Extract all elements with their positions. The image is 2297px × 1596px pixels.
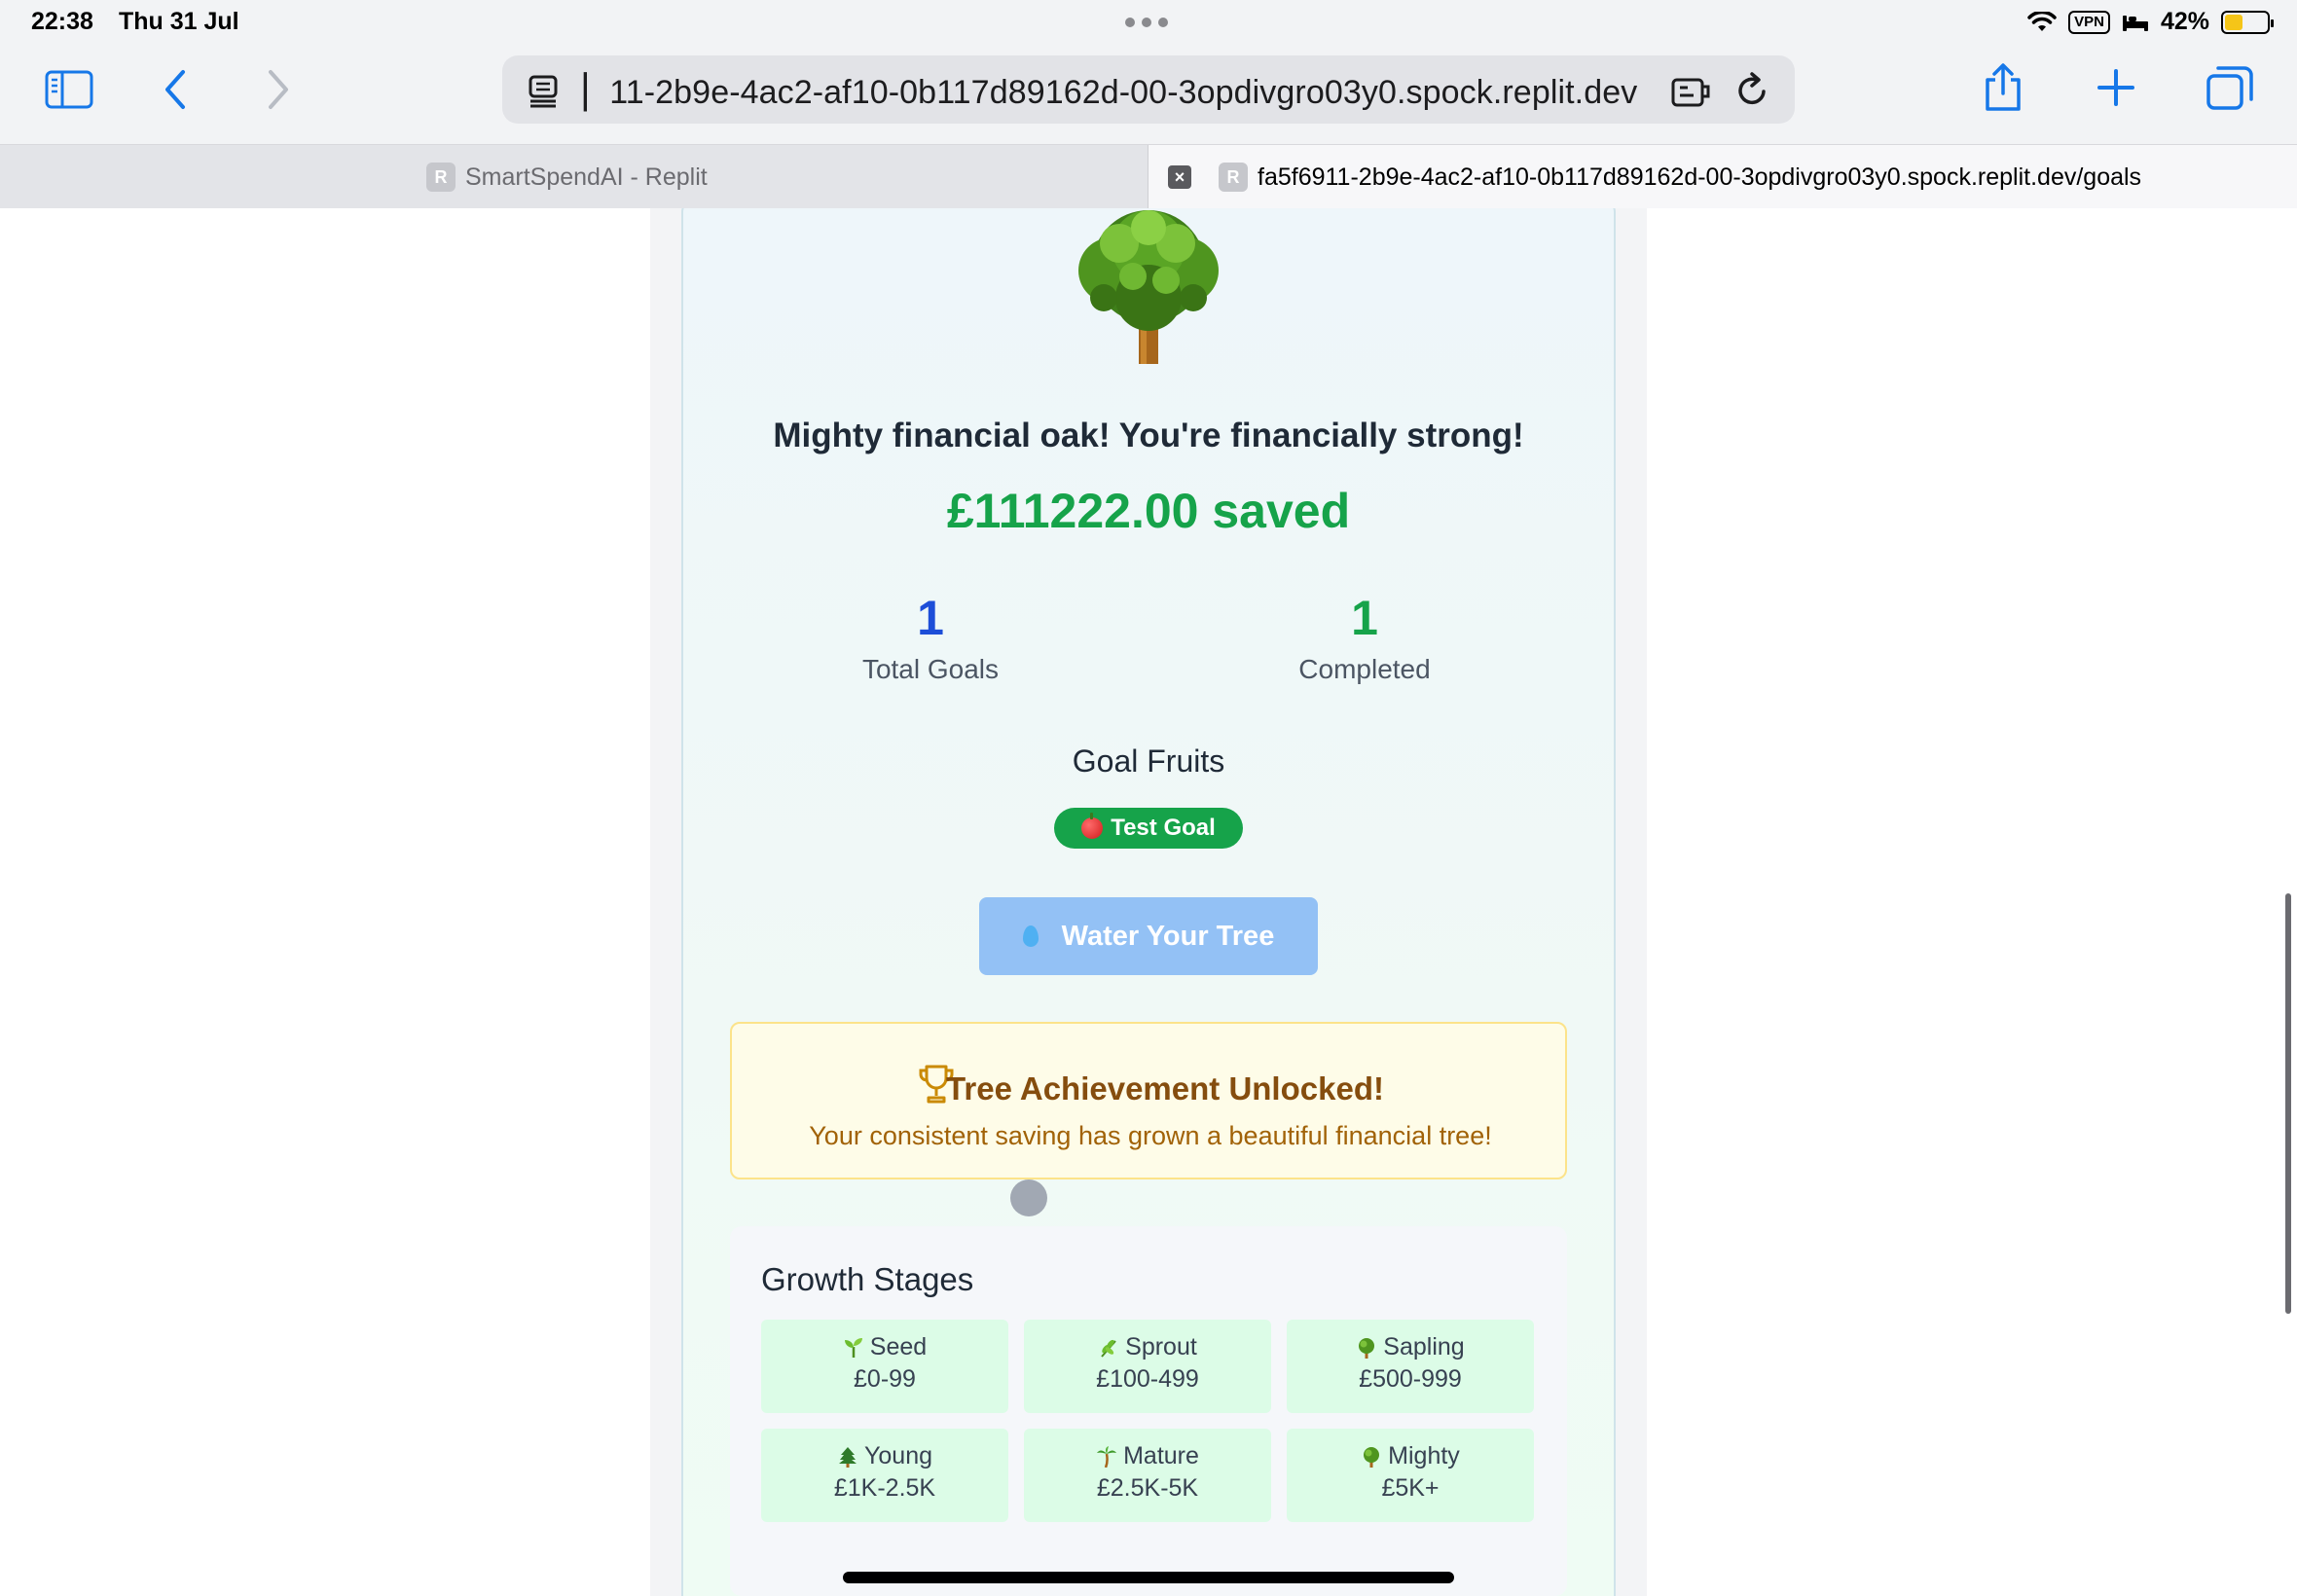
close-tab-icon[interactable]: × <box>1168 165 1191 189</box>
battery-level <box>2225 14 2242 30</box>
herb-icon <box>1101 1339 1116 1358</box>
stat-value: 1 <box>917 591 944 645</box>
oak-tree-icon <box>1078 210 1219 364</box>
tabs-overview-icon[interactable] <box>2206 64 2254 111</box>
stage-name: Sapling <box>1383 1333 1465 1360</box>
stage-seed: Seed £0-99 <box>761 1320 1008 1413</box>
extension-icon[interactable] <box>1670 75 1711 108</box>
stage-sprout: Sprout £100-499 <box>1024 1320 1271 1413</box>
growth-stages-title: Growth Stages <box>761 1261 974 1297</box>
stage-range: £1K-2.5K <box>833 1474 936 1502</box>
status-bar: 22:38 Thu 31 Jul VPN 42% <box>0 0 2297 49</box>
water-tree-label: Water Your Tree <box>1061 920 1275 952</box>
pointer-cursor <box>1010 1179 1047 1216</box>
stage-range: £0-99 <box>854 1365 916 1393</box>
stage-name: Seed <box>869 1333 928 1360</box>
reader-icon[interactable] <box>528 75 559 108</box>
multitasking-dots-icon[interactable] <box>1125 18 1168 27</box>
sidebar-icon[interactable] <box>45 70 93 109</box>
stage-range: £2.5K-5K <box>1096 1474 1199 1502</box>
stat-completed: 1 Completed <box>1219 590 1511 685</box>
goal-fruits-title: Goal Fruits <box>1072 744 1225 779</box>
sleep-focus-icon <box>2122 15 2148 31</box>
apple-icon <box>1081 813 1104 839</box>
stage-mighty: Mighty £5K+ <box>1287 1429 1534 1522</box>
vpn-badge: VPN <box>2068 10 2110 34</box>
replit-favicon: R <box>426 163 456 192</box>
replit-favicon: R <box>1219 163 1248 192</box>
stage-name: Mature <box>1123 1442 1199 1469</box>
wifi-icon <box>2027 11 2057 31</box>
back-icon[interactable] <box>162 68 189 111</box>
tree-icon <box>1359 1337 1375 1359</box>
status-date: Thu 31 Jul <box>119 8 239 35</box>
tree-status-headline: Mighty financial oak! You're financially… <box>773 417 1524 454</box>
stat-total-goals: 1 Total Goals <box>784 590 1076 685</box>
tree-icon <box>1364 1446 1380 1468</box>
evergreen-icon <box>839 1446 857 1468</box>
water-drop-icon <box>1022 925 1039 947</box>
new-tab-icon[interactable] <box>2096 68 2135 107</box>
goal-fruit-label: Test Goal <box>1111 815 1216 841</box>
stage-name: Sprout <box>1125 1333 1197 1360</box>
share-icon[interactable] <box>1982 62 2024 113</box>
palm-tree-icon <box>1097 1445 1117 1468</box>
goal-fruit-badge[interactable]: Test Goal <box>1054 808 1243 849</box>
tab-smartspendai-replit[interactable]: R SmartSpendAI - Replit <box>0 145 1148 208</box>
tab-bar: R SmartSpendAI - Replit × R fa5f6911-2b9… <box>0 144 2297 208</box>
stage-young: Young £1K-2.5K <box>761 1429 1008 1522</box>
achievement-title: Tree Achievement Unlocked! <box>946 1070 1384 1106</box>
growth-stages-panel: Growth Stages Seed £0-99 Sprout £100-499… <box>730 1226 1567 1596</box>
address-bar[interactable]: ▏11-2b9e-4ac2-af10-0b117d89162d-00-3opdi… <box>502 55 1795 124</box>
forward-icon[interactable] <box>265 68 292 111</box>
stage-name: Mighty <box>1388 1442 1460 1469</box>
reload-icon[interactable] <box>1734 72 1769 109</box>
seedling-icon <box>844 1337 862 1358</box>
achievement-banner: Tree Achievement Unlocked! Your consiste… <box>730 1022 1567 1179</box>
home-indicator[interactable] <box>843 1572 1454 1583</box>
web-page: Mighty financial oak! You're financially… <box>0 208 2297 1596</box>
achievement-subtitle: Your consistent saving has grown a beaut… <box>809 1121 1492 1150</box>
stage-mature: Mature £2.5K-5K <box>1024 1429 1271 1522</box>
stat-label: Total Goals <box>861 654 1000 684</box>
stat-value: 1 <box>1351 591 1378 645</box>
status-time: 22:38 <box>31 8 93 35</box>
tab-title: fa5f6911-2b9e-4ac2-af10-0b117d89162d-00-… <box>1258 163 2142 191</box>
water-tree-button[interactable]: Water Your Tree <box>979 897 1318 975</box>
battery-percentage: 42% <box>2160 8 2209 35</box>
status-indicators: VPN 42% <box>2027 8 2274 36</box>
url-text[interactable]: ▏11-2b9e-4ac2-af10-0b117d89162d-00-3opdi… <box>584 73 1637 112</box>
stat-label: Completed <box>1298 654 1431 684</box>
stage-sapling: Sapling £500-999 <box>1287 1320 1534 1413</box>
stage-range: £500-999 <box>1359 1365 1462 1393</box>
stage-name: Young <box>864 1442 932 1469</box>
tab-title: SmartSpendAI - Replit <box>465 163 708 191</box>
total-saved-amount: £111222.00 saved <box>946 484 1351 538</box>
stage-range: £5K+ <box>1381 1474 1440 1502</box>
browser-toolbar: ▏11-2b9e-4ac2-af10-0b117d89162d-00-3opdi… <box>0 49 2297 144</box>
tab-goals[interactable]: × R fa5f6911-2b9e-4ac2-af10-0b117d89162d… <box>1148 145 2297 208</box>
page-scrollbar[interactable] <box>2285 893 2291 1314</box>
battery-icon <box>2221 10 2274 34</box>
stage-range: £100-499 <box>1096 1365 1199 1393</box>
